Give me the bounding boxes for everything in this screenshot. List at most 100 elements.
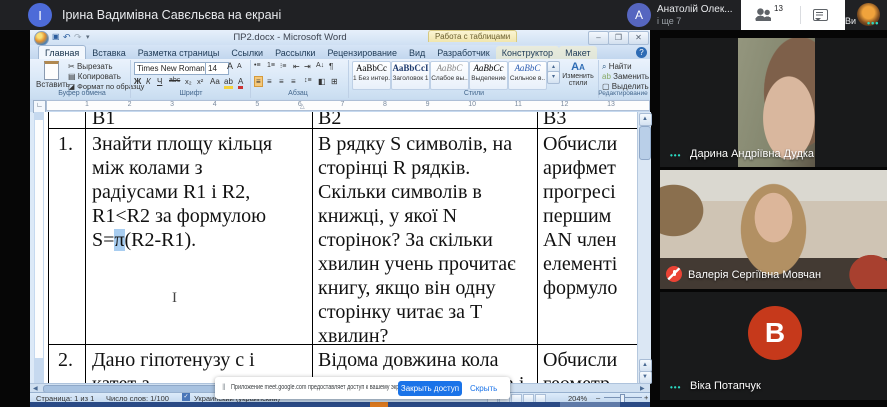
change-styles-button[interactable]: АА Изменить стили — [560, 61, 596, 87]
font-name-box[interactable]: Times New Roman — [134, 62, 208, 75]
chat-icon — [813, 9, 828, 21]
office-button[interactable] — [34, 31, 49, 46]
zoom-in-button[interactable]: + — [644, 393, 648, 402]
bullets-button[interactable]: •≡ — [254, 62, 261, 69]
participant-avatar: А — [627, 3, 651, 27]
participant-more-label: і ще 7 — [657, 16, 681, 26]
grow-font-button[interactable]: А — [227, 61, 233, 71]
decrease-indent-button[interactable]: ⇤ — [293, 62, 300, 71]
redo-button[interactable]: ↷ — [74, 32, 82, 43]
paste-icon — [44, 61, 59, 80]
copy-button[interactable]: ▤ Копировать — [68, 72, 121, 81]
font-color-button[interactable]: А — [238, 77, 243, 89]
sort-button[interactable]: А↓ — [316, 62, 324, 69]
contextual-tab-group-label: Работа с таблицами — [428, 30, 517, 42]
group-divider — [250, 60, 251, 98]
scroll-left-arrow[interactable]: ◀ — [33, 385, 38, 392]
tab-recenzirovanie[interactable]: Рецензирование — [321, 46, 403, 59]
vertical-ruler[interactable] — [34, 112, 44, 383]
cut-button[interactable]: ✂ Вырезать — [68, 62, 113, 71]
save-button[interactable]: ▣ — [52, 32, 60, 41]
style-chip-intense-emphasis[interactable]: АаВbССильное в.. — [508, 61, 547, 90]
topbar-overflow-dots[interactable]: ••• — [867, 18, 879, 28]
notification-text: Приложение meet.google.com предоставляет… — [231, 384, 409, 391]
tab-vstavka[interactable]: Вставка — [86, 46, 131, 59]
font-size-box[interactable]: 14 — [205, 62, 229, 75]
meet-toolbar-panel: 13 — [741, 0, 845, 30]
taskbar[interactable] — [30, 402, 650, 407]
multilevel-list-button[interactable]: ⁝≡ — [280, 62, 286, 70]
style-chip-subtle-emphasis[interactable]: АаВbССлабое вы.. — [430, 61, 469, 90]
qat-more-button[interactable]: ▾ — [86, 33, 90, 41]
italic-button[interactable]: К — [146, 77, 151, 86]
tab-glavnaya[interactable]: Главная — [38, 45, 86, 59]
spellcheck-icon[interactable]: ✓ — [182, 393, 190, 401]
styles-gallery-down[interactable]: ▾ — [547, 71, 560, 84]
table-header-b1: В1 — [92, 112, 115, 130]
line-spacing-button[interactable]: ↕≡ — [304, 77, 312, 84]
justify-button[interactable]: ≡ — [291, 77, 296, 86]
style-chip-emphasis[interactable]: АаВbСсВыделение — [469, 61, 508, 90]
indent-marker[interactable]: △ — [300, 103, 305, 110]
increase-indent-button[interactable]: ⇥ — [304, 62, 311, 71]
tab-ssylki[interactable]: Ссылки — [225, 46, 269, 59]
tab-vid[interactable]: Вид — [403, 46, 431, 59]
strikethrough-button[interactable]: abc — [169, 77, 180, 84]
chat-button[interactable] — [813, 9, 828, 21]
taskbar-tray[interactable] — [560, 402, 620, 407]
find-button[interactable]: ⌕ Найти — [602, 62, 632, 72]
tab-maket[interactable]: Макет — [559, 46, 596, 59]
align-center-button[interactable]: ≡ — [267, 77, 272, 86]
font-group-label: Шрифт — [134, 90, 248, 97]
row2-number: 2. — [58, 348, 73, 372]
bold-button[interactable]: Ж — [134, 77, 141, 86]
row1-cell-b3: Обчисли арифмет прогресі першим AN член … — [543, 132, 617, 300]
undo-button[interactable]: ↶ — [63, 32, 71, 43]
stop-sharing-button[interactable]: Закрыть доступ — [398, 381, 462, 396]
scroll-right-arrow[interactable]: ▶ — [640, 385, 645, 392]
zoom-out-button[interactable]: – — [596, 393, 600, 402]
tab-konstruktor[interactable]: Конструктор — [496, 46, 559, 59]
close-button[interactable]: ✕ — [628, 31, 649, 45]
numbering-button[interactable]: 1≡ — [267, 62, 275, 69]
people-button[interactable] — [755, 8, 771, 21]
underline-button[interactable]: Ч — [157, 77, 162, 86]
highlight-color-button[interactable]: ab — [224, 77, 233, 89]
replace-button[interactable]: ab Заменить — [602, 72, 649, 81]
tile-overflow-dots[interactable]: ••• — [670, 151, 681, 160]
participant-tile-3[interactable]: В ••• Віка Потапчук — [660, 292, 887, 400]
shading-button[interactable]: ◧ — [318, 77, 326, 86]
help-button[interactable]: ? — [636, 47, 647, 58]
horizontal-ruler[interactable]: ∟ 12345678910111213 △ — [30, 99, 650, 112]
document-page[interactable]: В1 В2 В3 1. Знайти площу кільця між кола… — [44, 112, 637, 383]
subscript-button[interactable]: x₂ — [185, 77, 192, 86]
paste-button[interactable]: Вставить — [36, 61, 66, 87]
tab-razmetka[interactable]: Разметка страницы — [132, 46, 226, 59]
tile-overflow-dots[interactable]: ••• — [670, 383, 681, 392]
vertical-scrollbar[interactable]: ▲ ▲ ▼ — [637, 112, 651, 383]
taskbar-item[interactable] — [370, 402, 388, 407]
participant-tile-2[interactable]: Валерія Сергіївна Мовчан — [660, 170, 887, 289]
style-chip-no-spacing[interactable]: АаВbСс1 Без интер.. — [352, 61, 391, 90]
table-border — [85, 112, 86, 383]
restore-button[interactable]: ❐ — [608, 31, 629, 45]
minimize-button[interactable]: – — [588, 31, 609, 45]
participant-tile-1[interactable]: ••• Дарина Андріївна Дудка — [660, 38, 887, 167]
tab-rassylki[interactable]: Рассылки — [269, 46, 321, 59]
drag-handle[interactable]: ‖ — [222, 382, 226, 392]
tab-razrabotchik[interactable]: Разработчик — [431, 46, 495, 59]
shrink-font-button[interactable]: А — [237, 63, 242, 70]
table-header-b2: В2 — [318, 112, 341, 130]
align-left-button[interactable]: ≡ — [254, 76, 263, 87]
change-styles-icon: АА — [560, 61, 596, 73]
show-marks-button[interactable]: ¶ — [329, 62, 333, 71]
superscript-button[interactable]: x² — [197, 77, 203, 86]
clipboard-group-label: Буфер обмена — [36, 90, 128, 97]
style-chip-heading1[interactable]: АаВbСсІЗаголовок 1 — [391, 61, 430, 90]
scroll-up-arrow[interactable]: ▲ — [639, 113, 652, 126]
vscroll-thumb[interactable] — [639, 126, 651, 160]
hide-button[interactable]: Скрыть — [470, 384, 497, 393]
borders-button[interactable]: ⊞ — [331, 77, 338, 86]
change-case-button[interactable]: Аа — [210, 77, 220, 86]
align-right-button[interactable]: ≡ — [279, 77, 284, 86]
